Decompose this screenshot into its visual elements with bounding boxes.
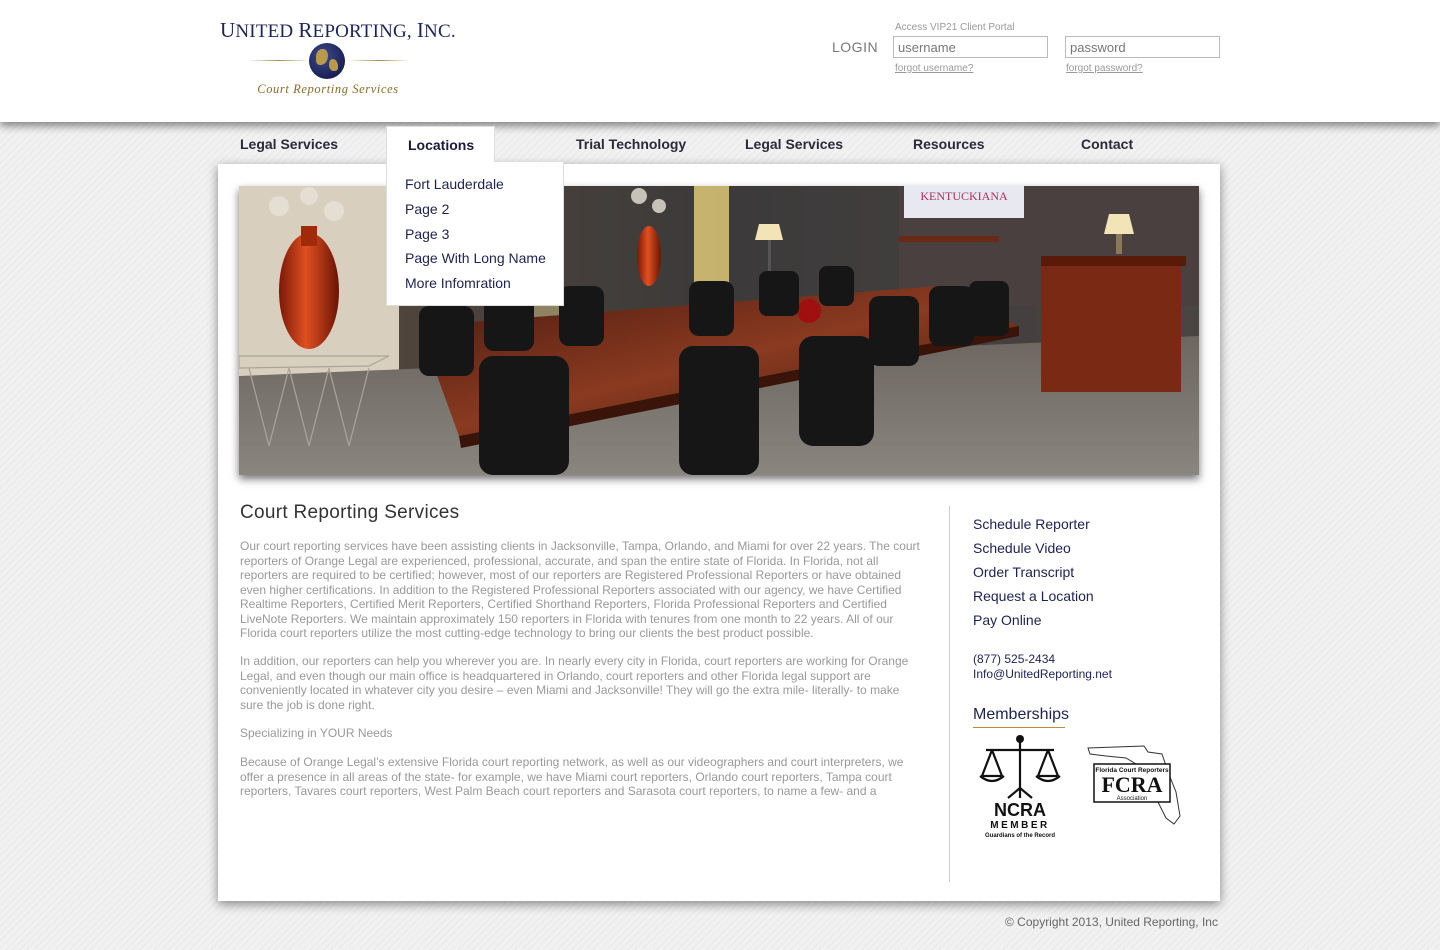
ncra-member-logo[interactable]: NCRA MEMBER Guardians of the Record — [978, 732, 1062, 840]
fcra-association-logo[interactable]: Florida Court Reporters FCRA Association — [1086, 742, 1182, 826]
column-divider — [949, 506, 950, 882]
copyright-text: © Copyright 2013, United Reporting, Inc — [1005, 915, 1218, 929]
fcra-bottom-text: Association — [1117, 796, 1148, 802]
banner-sign-text: KENTUCKIANA — [920, 189, 1008, 203]
forgot-username-link[interactable]: forgot username? — [895, 63, 973, 74]
nav-contact[interactable]: Contact — [1081, 136, 1133, 152]
page-title: Court Reporting Services — [240, 502, 460, 523]
ncra-name: NCRA — [994, 800, 1046, 820]
memberships-heading: Memberships — [973, 706, 1070, 723]
memberships-underline — [973, 727, 1065, 728]
logo[interactable]: UNITED REPORTING, INC. Court Reporting S… — [220, 18, 456, 104]
logo-rule-left — [248, 60, 310, 61]
nav-trial-technology[interactable]: Trial Technology — [576, 136, 686, 152]
schedule-video-link[interactable]: Schedule Video — [973, 540, 1071, 556]
body-paragraph-3: Because of Orange Legal’s extensive Flor… — [240, 755, 904, 798]
ncra-subtitle: Guardians of the Record — [985, 833, 1055, 839]
logo-company-name: UNITED REPORTING, INC. — [220, 18, 456, 42]
login-label: LOGIN — [832, 39, 879, 55]
nav-legal-services[interactable]: Legal Services — [240, 136, 338, 152]
portal-label: Access VIP21 Client Portal — [895, 22, 1015, 33]
dropdown-item-page-2[interactable]: Page 2 — [405, 201, 449, 217]
dropdown-item-page-3[interactable]: Page 3 — [405, 226, 449, 242]
phone-number: (877) 525-2434 — [973, 652, 1056, 666]
request-location-link[interactable]: Request a Location — [973, 588, 1094, 604]
dropdown-item-fort-lauderdale[interactable]: Fort Lauderdale — [405, 176, 504, 192]
nav-locations[interactable]: Locations — [386, 126, 495, 162]
order-transcript-link[interactable]: Order Transcript — [973, 564, 1074, 580]
banner-image: KENTUCKIANA — [239, 186, 1199, 475]
body-paragraph-2: In addition, our reporters can help you … — [240, 654, 909, 712]
locations-dropdown: Fort Lauderdale Page 2 Page 3 Page With … — [386, 161, 564, 306]
dropdown-item-more-information[interactable]: More Infomration — [405, 275, 511, 291]
forgot-password-link[interactable]: forgot password? — [1066, 63, 1143, 74]
password-field[interactable] — [1065, 36, 1220, 58]
globe-icon — [309, 43, 345, 79]
logo-tagline: Court Reporting Services — [257, 82, 399, 96]
conference-room-banner: KENTUCKIANA — [239, 186, 1199, 475]
pay-online-link[interactable]: Pay Online — [973, 612, 1041, 628]
fcra-name: FCRA — [1101, 772, 1162, 797]
dropdown-item-long-name[interactable]: Page With Long Name — [405, 250, 546, 266]
body-subheading: Specializing in YOUR Needs — [240, 726, 393, 740]
email-link[interactable]: Info@UnitedReporting.net — [973, 667, 1112, 681]
nav-legal-services-2[interactable]: Legal Services — [745, 136, 843, 152]
username-field[interactable] — [893, 36, 1048, 58]
main-panel: KENTUCKIANA Court Reporting Services Our… — [218, 164, 1220, 901]
nav-locations-label: Locations — [408, 137, 475, 153]
nav-resources[interactable]: Resources — [913, 136, 985, 152]
ncra-member-text: MEMBER — [990, 820, 1049, 831]
schedule-reporter-link[interactable]: Schedule Reporter — [973, 516, 1090, 532]
logo-rule-right — [348, 60, 410, 61]
site-header: UNITED REPORTING, INC. Court Reporting S… — [0, 0, 1440, 122]
body-paragraph-1: Our court reporting services have been a… — [240, 539, 920, 640]
